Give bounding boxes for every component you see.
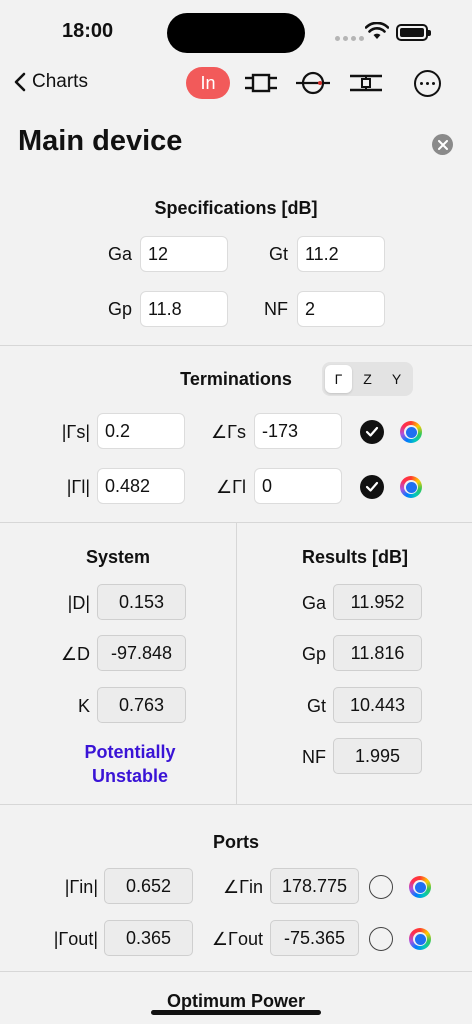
battery-icon: [396, 24, 431, 41]
terminations-title: Terminations: [180, 369, 292, 389]
spec-label-gt: Gt: [268, 244, 288, 264]
gamma-out-mag-value: 0.365: [104, 920, 193, 956]
termination-format-segmented: Γ Z Y: [322, 362, 413, 396]
gamma-out-color-well-icon[interactable]: [409, 928, 431, 950]
divider: [0, 971, 472, 972]
specifications-title: Specifications [dB]: [154, 198, 318, 218]
results-gt-value: 10.443: [333, 687, 422, 723]
spec-label-nf: NF: [264, 299, 288, 319]
gamma-out-mag-label: |Γout|: [53, 929, 98, 949]
gamma-l-angle-field[interactable]: 0: [254, 468, 342, 504]
gamma-l-mag-label: |Γl|: [66, 477, 90, 497]
more-options-icon[interactable]: [414, 70, 441, 97]
system-title: System: [85, 547, 151, 567]
wifi-icon: [364, 21, 390, 45]
stability-line-2: Unstable: [91, 766, 169, 786]
gamma-s-angle-field[interactable]: -173: [254, 413, 342, 449]
gamma-in-mag-value: 0.652: [104, 868, 193, 904]
stability-status: Potentially Unstable: [60, 740, 200, 788]
system-d-angle-value: -97.848: [97, 635, 186, 671]
spec-label-gp: Gp: [107, 299, 132, 319]
status-time: 18:00: [62, 20, 114, 42]
spec-ga-field[interactable]: 12: [140, 236, 228, 272]
results-ga-label: Ga: [301, 593, 326, 613]
segment-y[interactable]: Y: [383, 365, 410, 393]
results-gp-value: 11.816: [333, 635, 422, 671]
close-icon[interactable]: [432, 134, 453, 155]
spec-label-ga: Ga: [107, 244, 132, 264]
back-button[interactable]: Charts: [14, 71, 88, 93]
gamma-l-angle-label: ∠Γl: [215, 477, 246, 497]
gamma-s-mag-field[interactable]: 0.2: [97, 413, 185, 449]
results-ga-value: 11.952: [333, 584, 422, 620]
system-k-value: 0.763: [97, 687, 186, 723]
results-gp-label: Gp: [301, 644, 326, 664]
tab-in[interactable]: In: [186, 67, 230, 99]
gamma-l-checkmark-icon[interactable]: [360, 475, 384, 499]
divider: [0, 345, 472, 346]
status-bar: 18:00: [0, 0, 472, 62]
ports-title: Ports: [212, 832, 259, 852]
chevron-left-icon: [14, 72, 26, 92]
back-label: Charts: [32, 71, 88, 92]
results-title: Results [dB]: [301, 547, 408, 567]
circle-line-icon[interactable]: [292, 67, 334, 99]
spec-nf-field[interactable]: 2: [297, 291, 385, 327]
gamma-s-color-well-icon[interactable]: [400, 421, 422, 443]
system-d-mag-value: 0.153: [97, 584, 186, 620]
results-nf-value: 1.995: [333, 738, 422, 774]
system-d-mag-label: |D|: [67, 593, 90, 613]
gamma-in-toggle-icon[interactable]: [369, 875, 393, 899]
gamma-s-checkmark-icon[interactable]: [360, 420, 384, 444]
spec-gp-field[interactable]: 11.8: [140, 291, 228, 327]
gamma-l-mag-field[interactable]: 0.482: [97, 468, 185, 504]
gamma-in-angle-value: 178.775: [270, 868, 359, 904]
stability-line-1: Potentially: [84, 742, 176, 762]
results-gt-label: Gt: [306, 696, 326, 716]
tuner-block-icon[interactable]: [345, 67, 387, 99]
gamma-out-angle-label: ∠Γout: [211, 929, 263, 949]
gamma-in-color-well-icon[interactable]: [409, 876, 431, 898]
segment-z[interactable]: Z: [354, 365, 381, 393]
gamma-out-angle-value: -75.365: [270, 920, 359, 956]
gamma-out-toggle-icon[interactable]: [369, 927, 393, 951]
results-nf-label: NF: [302, 747, 326, 767]
two-port-block-icon[interactable]: [240, 67, 282, 99]
system-d-angle-label: ∠D: [60, 644, 90, 664]
gamma-in-mag-label: |Γin|: [64, 877, 98, 897]
spec-gt-field[interactable]: 11.2: [297, 236, 385, 272]
system-k-label: K: [77, 696, 90, 716]
signal-icon: [335, 36, 364, 41]
gamma-l-color-well-icon[interactable]: [400, 476, 422, 498]
segment-gamma[interactable]: Γ: [325, 365, 352, 393]
divider: [0, 804, 472, 805]
gamma-in-angle-label: ∠Γin: [222, 877, 263, 897]
gamma-s-mag-label: |Γs|: [61, 422, 90, 442]
home-indicator[interactable]: [151, 1010, 321, 1015]
vertical-divider: [236, 522, 237, 804]
dynamic-island: [167, 13, 305, 53]
nav-bar: Charts In: [0, 62, 472, 106]
optimum-power-title: Optimum Power: [166, 991, 305, 1011]
gamma-s-angle-label: ∠Γs: [210, 422, 246, 442]
page-title: Main device: [18, 125, 183, 157]
